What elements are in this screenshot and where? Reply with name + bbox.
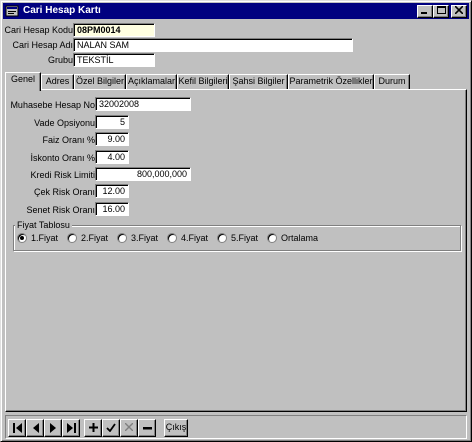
code-field[interactable]: 08PM0014 xyxy=(73,23,155,37)
iskonto-field[interactable]: 4.00 xyxy=(95,150,129,164)
radio-icon xyxy=(67,233,77,243)
maximize-button[interactable] xyxy=(433,5,449,18)
cancel-icon xyxy=(124,422,134,432)
faiz-field[interactable]: 9.00 xyxy=(95,132,129,146)
nav-insert-button[interactable] xyxy=(84,419,102,437)
next-icon xyxy=(49,423,56,433)
muhasebe-field[interactable]: 32002008 xyxy=(95,97,191,111)
radio-fiyat-1[interactable]: 1.Fiyat xyxy=(17,232,63,244)
first-icon xyxy=(12,423,22,433)
radio-fiyat-4[interactable]: 4.Fiyat xyxy=(167,232,213,244)
last-icon xyxy=(66,423,76,433)
tab-parametrik-ozellikler[interactable]: Parametrik Özellikler xyxy=(288,74,374,89)
title-bar: Cari Hesap Kartı xyxy=(3,3,469,19)
vade-label: Vade Opsiyonu xyxy=(34,118,95,128)
nav-last-button[interactable] xyxy=(62,419,80,437)
nav-prior-button[interactable] xyxy=(26,419,44,437)
radio-icon xyxy=(267,233,277,243)
db-navigator: Çıkış xyxy=(5,415,467,439)
radio-icon xyxy=(167,233,177,243)
cek-field[interactable]: 12.00 xyxy=(95,184,129,198)
radio-icon xyxy=(117,233,127,243)
radio-fiyat-3[interactable]: 3.Fiyat xyxy=(117,232,163,244)
nav-next-button[interactable] xyxy=(44,419,62,437)
tab-kefil-bilgileri[interactable]: Kefil Bilgileri xyxy=(177,74,229,89)
faiz-label: Faiz Oranı % xyxy=(42,135,95,145)
main-window: Cari Hesap Kartı Cari Hesap Kodu 08PM001… xyxy=(0,0,472,442)
tab-adres[interactable]: Adres xyxy=(41,74,74,89)
close-button[interactable] xyxy=(451,5,467,18)
radio-icon xyxy=(217,233,227,243)
muhasebe-label: Muhasebe Hesap No xyxy=(10,100,95,110)
iskonto-label: İskonto Oranı % xyxy=(30,153,95,163)
group-field[interactable]: TEKSTİL xyxy=(73,53,155,67)
vade-field[interactable]: 5 xyxy=(95,115,129,129)
close-icon xyxy=(454,5,464,15)
kredi-field[interactable]: 800,000,000 xyxy=(95,167,191,181)
name-label: Cari Hesap Adı xyxy=(12,40,73,50)
fiyat-tablosu-legend: Fiyat Tablosu xyxy=(15,219,72,231)
maximize-icon xyxy=(436,6,446,14)
nav-cancel-button[interactable] xyxy=(120,419,138,437)
nav-first-button[interactable] xyxy=(8,419,26,437)
cek-label: Çek Risk Oranı xyxy=(33,187,95,197)
minimize-button[interactable] xyxy=(417,5,433,18)
radio-fiyat-2[interactable]: 2.Fiyat xyxy=(67,232,113,244)
delete-icon xyxy=(142,427,152,430)
tab-ozel-bilgiler[interactable]: Özel Bilgiler xyxy=(74,74,126,89)
tab-sahsi-bilgiler[interactable]: Şahsi Bilgiler xyxy=(229,74,288,89)
nav-delete-button[interactable] xyxy=(138,419,156,437)
code-label: Cari Hesap Kodu xyxy=(4,25,73,35)
minimize-icon xyxy=(421,12,427,14)
post-icon xyxy=(106,423,116,433)
nav-post-button[interactable] xyxy=(102,419,120,437)
exit-button[interactable]: Çıkış xyxy=(164,419,188,437)
name-field[interactable]: NALAN SAM xyxy=(73,38,353,52)
senet-field[interactable]: 16.00 xyxy=(95,202,129,216)
prior-icon xyxy=(32,423,39,433)
app-icon[interactable] xyxy=(5,4,19,18)
group-label: Grubu xyxy=(47,55,73,65)
radio-selected-icon xyxy=(17,233,27,243)
kredi-label: Kredi Risk Limiti xyxy=(30,170,95,180)
radio-fiyat-5[interactable]: 5.Fiyat xyxy=(217,232,263,244)
senet-label: Senet Risk Oranı xyxy=(26,205,95,215)
window-title: Cari Hesap Kartı xyxy=(23,5,101,16)
tab-genel[interactable]: Genel xyxy=(5,72,41,91)
radio-ortalama[interactable]: Ortalama xyxy=(267,232,327,244)
tab-aciklamalar[interactable]: Açıklamalar xyxy=(126,74,177,89)
tab-durum[interactable]: Durum xyxy=(374,74,410,89)
insert-icon xyxy=(88,423,98,432)
